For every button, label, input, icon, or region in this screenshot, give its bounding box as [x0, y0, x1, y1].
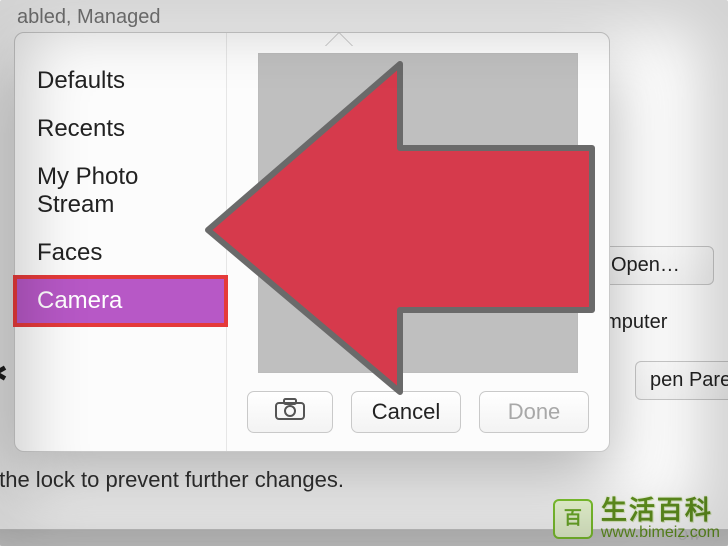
photo-picker-popover: Defaults Recents My Photo Stream Faces C… — [14, 32, 610, 452]
source-item-camera[interactable]: Camera — [15, 277, 226, 325]
gear-icon[interactable]: ✱ — [0, 357, 8, 392]
popover-buttons: Cancel Done — [247, 391, 589, 433]
sidebar-user-cell: uest User abled, Managed — [0, 0, 172, 30]
camera-icon — [275, 400, 305, 425]
source-item-defaults[interactable]: Defaults — [15, 57, 226, 105]
source-item-faces[interactable]: Faces — [15, 229, 226, 277]
source-item-myphotostream[interactable]: My Photo Stream — [15, 153, 226, 229]
source-list: Defaults Recents My Photo Stream Faces C… — [15, 33, 227, 451]
computer-label: omputer — [594, 311, 728, 334]
watermark-url: www.bimeiz.com — [601, 524, 720, 542]
cancel-button[interactable]: Cancel — [351, 391, 461, 433]
lock-hint: ck the lock to prevent further changes. — [0, 467, 344, 493]
user-subtitle: abled, Managed — [17, 5, 160, 30]
right-panel-controls: Open… omputer — [594, 246, 728, 334]
done-button: Done — [479, 391, 589, 433]
parental-controls-button[interactable]: pen Parenta — [635, 361, 728, 400]
parental-label: pen Parenta — [635, 361, 728, 400]
camera-preview — [258, 53, 578, 373]
take-photo-button[interactable] — [247, 391, 333, 433]
watermark-title: 生活百科 — [601, 496, 720, 525]
watermark-logo-icon: 百 — [553, 499, 593, 539]
source-item-recents[interactable]: Recents — [15, 105, 226, 153]
photo-preview-pane: Cancel Done — [227, 33, 609, 451]
site-watermark: 百 生活百科 www.bimeiz.com — [553, 496, 720, 542]
open-button[interactable]: Open… — [594, 246, 714, 285]
